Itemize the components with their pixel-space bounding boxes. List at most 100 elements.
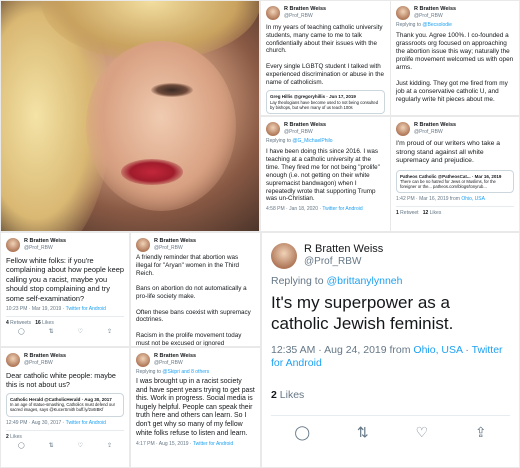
display-name[interactable]: R Bratten Weiss <box>24 238 66 245</box>
retweet-icon[interactable]: ⇅ <box>49 442 54 449</box>
tweet-superpower[interactable]: R Bratten Weiss @Prof_RBW Replying to @br… <box>262 233 519 467</box>
source-link[interactable]: Twitter for Android <box>66 306 106 312</box>
timestamp: 12:49 PM · Aug 30, 2017 · <box>6 419 66 426</box>
display-name[interactable]: R Bratten Weiss <box>284 122 326 129</box>
location-link[interactable]: Ohio, USA <box>413 344 462 356</box>
display-name[interactable]: R Bratten Weiss <box>154 238 196 245</box>
quoted-text: There can be no hatred for Jews or Musli… <box>400 178 496 189</box>
display-name[interactable]: R Bratten Weiss <box>414 122 456 129</box>
replying-to-label: Replying to <box>396 22 422 28</box>
display-name[interactable]: R Bratten Weiss <box>284 6 326 13</box>
tweet-text: Thank you. Agree 100%. I co-founded a gr… <box>396 32 514 103</box>
timestamp: 10:23 PM · Mar 19, 2019 · <box>6 306 66 313</box>
tweet-third-reich[interactable]: R Bratten Weiss @Prof_RBW A friendly remi… <box>131 233 260 346</box>
avatar[interactable] <box>136 353 150 367</box>
source-link[interactable]: Twitter for Android <box>193 441 233 447</box>
reply-icon[interactable]: ◯ <box>18 328 25 335</box>
reply-icon[interactable]: ◯ <box>18 442 25 449</box>
tweet-header: R Bratten Weiss @Prof_RBW <box>136 353 255 367</box>
avatar[interactable] <box>271 243 297 269</box>
handle[interactable]: @Prof_RBW <box>154 245 196 251</box>
tweet-meta: 4:17 PM · Aug 15, 2019 · Twitter for And… <box>136 441 255 447</box>
tweet-stats: 1 Retweet 12 Likes <box>396 206 514 216</box>
tweet-fired-prolife[interactable]: R Bratten Weiss @Prof_RBW Replying to @G_… <box>261 117 390 231</box>
tweet-racist-society[interactable]: R Bratten Weiss @Prof_RBW Replying to @Sk… <box>131 348 260 467</box>
display-name[interactable]: R Bratten Weiss <box>154 353 196 360</box>
reply-mention[interactable]: @Becsolodie <box>422 22 452 28</box>
avatar[interactable] <box>6 238 20 252</box>
location-link[interactable]: Ohio, USA <box>461 196 485 202</box>
tweet-proud-writers[interactable]: R Bratten Weiss @Prof_RBW I'm proud of ou… <box>391 117 519 231</box>
share-icon[interactable]: ⇪ <box>107 328 112 335</box>
avatar[interactable] <box>136 238 150 252</box>
handle[interactable]: @Prof_RBW <box>284 129 326 135</box>
quoted-tweet[interactable]: Catholic Herald @CatholicHerald · Aug 30… <box>6 393 124 417</box>
tweet-text: I have been doing this since 2016. I was… <box>266 148 380 203</box>
like-count: 16 <box>35 320 41 327</box>
like-label[interactable]: Likes <box>430 210 442 216</box>
retweet-icon[interactable]: ⇅ <box>49 328 54 335</box>
source-link[interactable]: Twitter for Android <box>66 420 106 426</box>
tweet-header: R Bratten Weiss @Prof_RBW <box>266 122 385 136</box>
avatar[interactable] <box>396 6 410 20</box>
reply-mention[interactable]: @G_MichaelPhilo <box>292 138 332 144</box>
like-label[interactable]: Likes <box>10 434 22 440</box>
handle[interactable]: @Prof_RBW <box>304 256 383 268</box>
reply-mention[interactable]: @brittanylynneh <box>326 275 402 287</box>
retweet-label[interactable]: Retweets <box>10 320 31 326</box>
share-icon[interactable]: ⇪ <box>475 424 487 441</box>
replying-to-label: Replying to <box>136 369 162 375</box>
source-link[interactable]: Twitter for Android <box>322 206 362 212</box>
like-label[interactable]: Likes <box>42 320 54 326</box>
like-count: 12 <box>422 210 429 217</box>
handle[interactable]: @Prof_RBW <box>414 129 456 135</box>
like-count: 2 <box>6 433 9 440</box>
replying-to-label: Replying to <box>266 138 292 144</box>
quoted-tweet[interactable]: Greg Hillis @gregoryhillis · Jun 17, 201… <box>266 90 385 114</box>
avatar[interactable] <box>396 122 410 136</box>
handle[interactable]: @Prof_RBW <box>24 245 66 251</box>
heart-icon[interactable]: ♡ <box>78 442 83 449</box>
heart-icon[interactable]: ♡ <box>78 328 83 335</box>
reply-context: Replying to @Becsolodie <box>396 22 514 28</box>
tweet-fellow-white-folks[interactable]: R Bratten Weiss @Prof_RBW Fellow white fo… <box>1 233 129 346</box>
avatar[interactable] <box>266 122 280 136</box>
handle[interactable]: @Prof_RBW <box>414 13 456 19</box>
heart-icon[interactable]: ♡ <box>415 424 428 441</box>
share-icon[interactable]: ⇪ <box>107 442 112 449</box>
tweet-stats: 2 Likes <box>271 382 510 401</box>
tweet-actions: ◯ ⇅ ♡ ⇪ <box>6 442 124 449</box>
tweet-meta: 12:49 PM · Aug 30, 2017 · Twitter for An… <box>6 420 124 426</box>
tweet-meta: 1:42 PM · Mar 16, 2019 from Ohio, USA <box>396 196 514 202</box>
tweet-lgbtq-students[interactable]: R Bratten Weiss @Prof_RBW In my years of … <box>261 1 390 115</box>
reply-mention[interactable]: @Skipri and 8 others <box>162 369 209 375</box>
separator: · <box>462 344 472 356</box>
avatar[interactable] <box>266 6 280 20</box>
tweet-stats: 2 Likes <box>6 429 124 440</box>
handle[interactable]: @Prof_RBW <box>154 360 196 366</box>
quoted-tweet[interactable]: Patheos Catholic @PatheosCat... · Mar 16… <box>396 169 514 194</box>
display-name[interactable]: R Bratten Weiss <box>24 353 66 360</box>
tweet-header: R Bratten Weiss @Prof_RBW <box>136 238 255 252</box>
reply-context: Replying to @Skipri and 8 others <box>136 369 255 375</box>
avatar[interactable] <box>6 353 20 367</box>
tweet-text: I was brought up in a racist society and… <box>136 378 255 437</box>
like-label[interactable]: Likes <box>280 389 305 401</box>
timestamp: 1:42 PM · Mar 16, 2019 from <box>396 196 462 203</box>
display-name[interactable]: R Bratten Weiss <box>414 6 456 13</box>
tweet-stats: 4 Retweets 16 Likes <box>6 316 124 326</box>
tweet-text: Dear catholic white people: maybe this i… <box>6 371 116 389</box>
tweet-text: A friendly reminder that abortion was il… <box>136 254 251 346</box>
tweet-dear-catholic[interactable]: R Bratten Weiss @Prof_RBW Dear catholic w… <box>1 348 129 467</box>
handle[interactable]: @Prof_RBW <box>284 13 326 19</box>
eye <box>151 83 193 97</box>
retweet-label[interactable]: Retweet <box>400 210 418 216</box>
tweet-grassroots-org[interactable]: R Bratten Weiss @Prof_RBW Replying to @Be… <box>391 1 519 115</box>
timestamp: 4:17 PM · Aug 15, 2019 · <box>136 441 193 448</box>
display-name[interactable]: R Bratten Weiss <box>304 243 383 256</box>
tweet-text: In my years of teaching catholic univers… <box>266 24 384 86</box>
reply-icon[interactable]: ◯ <box>294 424 310 441</box>
retweet-icon[interactable]: ⇅ <box>357 424 369 441</box>
handle[interactable]: @Prof_RBW <box>24 360 66 366</box>
timestamp: 4:58 PM · Jan 18, 2020 · <box>266 206 323 213</box>
